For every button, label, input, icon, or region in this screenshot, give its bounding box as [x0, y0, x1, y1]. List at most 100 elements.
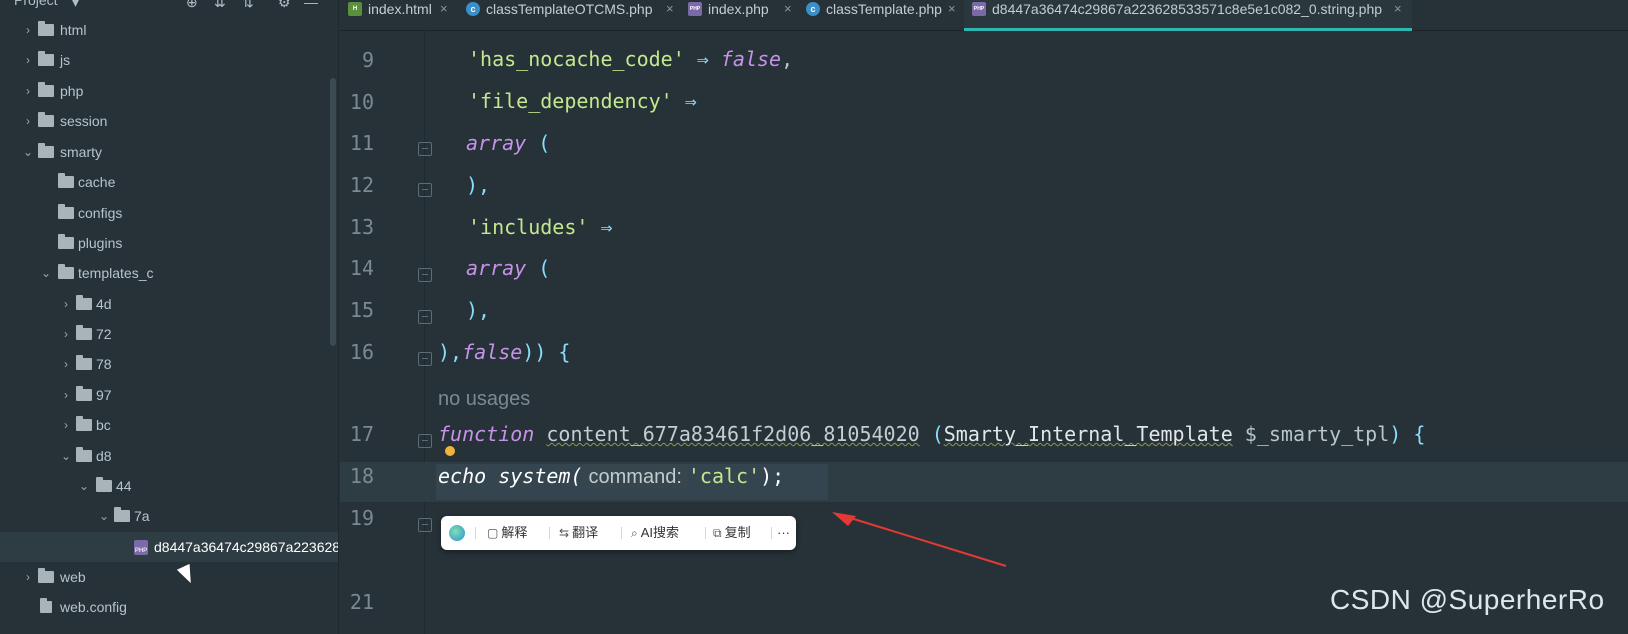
tab-index-html[interactable]: H index.html ×: [340, 0, 456, 30]
tab-index-php[interactable]: PHP index.php ×: [680, 0, 798, 30]
tree-item-configs[interactable]: configs: [0, 198, 338, 228]
ai-logo-icon[interactable]: [449, 525, 465, 541]
tree-item-html[interactable]: › html: [0, 15, 338, 45]
chevron-down-icon[interactable]: ⌄: [22, 137, 34, 167]
fold-marker-icon[interactable]: [418, 183, 432, 197]
chevron-right-icon[interactable]: ›: [22, 76, 34, 106]
code-line-13[interactable]: 'includes' ⇒: [468, 215, 613, 239]
usages-hint[interactable]: no usages: [438, 388, 530, 411]
code-token: function: [438, 422, 535, 446]
button-label: 翻译: [572, 525, 599, 540]
fold-marker-icon[interactable]: [418, 310, 432, 324]
chevron-down-icon[interactable]: ⌄: [60, 441, 72, 471]
minimize-icon[interactable]: —: [304, 0, 318, 10]
chevron-right-icon[interactable]: ›: [60, 289, 72, 319]
code-line-16[interactable]: ),false)) {: [438, 340, 570, 364]
chevron-right-icon[interactable]: ›: [60, 410, 72, 440]
chevron-down-icon[interactable]: ▾: [72, 0, 79, 11]
chevron-right-icon[interactable]: ›: [60, 319, 72, 349]
folder-icon: [76, 355, 92, 370]
tree-item-string-php[interactable]: PHP d8447a36474c29867a223628533571c8e5e1…: [0, 532, 338, 562]
folder-icon: [58, 234, 74, 249]
tree-item-7a[interactable]: ⌄ 7a: [0, 501, 338, 531]
tree-item-cache[interactable]: cache: [0, 167, 338, 197]
line-number: 21: [349, 590, 374, 614]
tab-label: d8447a36474c29867a223628533571c8e5e1c082…: [992, 1, 1383, 17]
fold-marker-icon[interactable]: [418, 268, 432, 282]
code-line-15[interactable]: ),: [466, 298, 490, 322]
copy-button[interactable]: ⧉ 复制: [713, 516, 751, 550]
chevron-right-icon[interactable]: ›: [22, 45, 34, 75]
tree-item-bc[interactable]: › bc: [0, 410, 338, 440]
chevron-right-icon[interactable]: ›: [60, 349, 72, 379]
class-file-icon: c: [806, 2, 820, 16]
code-token: 'calc': [687, 464, 761, 488]
chevron-right-icon[interactable]: ›: [60, 380, 72, 410]
folder-icon: [58, 204, 74, 219]
tab-classtemplateotcms[interactable]: c classTemplateOTCMS.php ×: [458, 0, 680, 30]
code-line-12[interactable]: ),: [466, 173, 490, 197]
tree-item-session[interactable]: › session: [0, 106, 338, 136]
collapse-all-icon[interactable]: ⇊: [214, 0, 226, 11]
code-token: false: [720, 47, 782, 71]
line-number: 11: [349, 131, 374, 155]
code-token: array: [466, 256, 527, 280]
tree-item-d8[interactable]: ⌄ d8: [0, 441, 338, 471]
close-icon[interactable]: ×: [666, 0, 674, 18]
folder-icon: [76, 325, 92, 340]
button-label: AI搜索: [640, 525, 680, 540]
translate-button[interactable]: ⇆ 翻译: [559, 516, 598, 550]
code-token: ⇒: [684, 47, 721, 71]
close-icon[interactable]: ×: [440, 0, 448, 18]
lightbulb-icon[interactable]: [445, 446, 455, 456]
search-icon: ⌕: [631, 526, 638, 540]
code-line-14[interactable]: array (: [466, 256, 550, 280]
tree-item-label: 4d: [96, 296, 112, 312]
tree-item-plugins[interactable]: plugins: [0, 228, 338, 258]
ai-search-button[interactable]: ⌕ AI搜索: [631, 516, 679, 550]
locate-icon[interactable]: ⊕: [186, 0, 198, 11]
chevron-right-icon[interactable]: ›: [22, 15, 34, 45]
chevron-right-icon[interactable]: ›: [22, 106, 34, 136]
chevron-down-icon[interactable]: ⌄: [78, 471, 90, 501]
tree-item-web[interactable]: › web: [0, 562, 338, 592]
sidebar-scrollbar[interactable]: [330, 78, 336, 346]
tree-item-44[interactable]: ⌄ 44: [0, 471, 338, 501]
close-icon[interactable]: ×: [784, 0, 792, 18]
code-line-18[interactable]: echo system(command:'calc');: [438, 464, 784, 489]
project-header: Project ▾ ⊕ ⇊ ⇅ ⚙ —: [0, 0, 338, 14]
tree-item-label: 44: [116, 478, 132, 494]
fold-marker-icon[interactable]: [418, 142, 432, 156]
fold-marker-icon[interactable]: [418, 518, 432, 532]
project-title[interactable]: Project: [14, 0, 58, 8]
fold-marker-icon[interactable]: [418, 434, 432, 448]
explain-button[interactable]: ▢ 解释: [487, 516, 527, 550]
tree-item-smarty[interactable]: ⌄ smarty: [0, 137, 338, 167]
more-button[interactable]: ···: [777, 516, 790, 550]
code-line-17[interactable]: function content_677a83461f2d06_81054020…: [438, 422, 1425, 446]
tree-item-web-config[interactable]: web.config: [0, 592, 338, 622]
code-token: (: [919, 422, 944, 446]
code-line-10[interactable]: 'file_dependency' ⇒: [468, 89, 697, 113]
tree-item-72[interactable]: › 72: [0, 319, 338, 349]
tree-item-php[interactable]: › php: [0, 76, 338, 106]
tree-item-js[interactable]: › js: [0, 45, 338, 75]
code-line-9[interactable]: 'has_nocache_code' ⇒ false,: [468, 47, 793, 71]
expand-icon[interactable]: ⇅: [242, 0, 254, 11]
fold-marker-icon[interactable]: [418, 352, 432, 366]
tree-item-templates-c[interactable]: ⌄ templates_c: [0, 258, 338, 288]
tree-item-78[interactable]: › 78: [0, 349, 338, 379]
chevron-right-icon[interactable]: ›: [22, 562, 34, 592]
chevron-down-icon[interactable]: ⌄: [40, 258, 52, 288]
tab-classtemplate[interactable]: c classTemplate.php ×: [798, 0, 962, 30]
close-icon[interactable]: ×: [948, 0, 956, 18]
chevron-down-icon[interactable]: ⌄: [98, 501, 110, 531]
tree-item-4d[interactable]: › 4d: [0, 289, 338, 319]
gear-icon[interactable]: ⚙: [278, 0, 291, 11]
close-icon[interactable]: ×: [1394, 0, 1402, 18]
tab-string-php[interactable]: PHP d8447a36474c29867a223628533571c8e5e1…: [964, 0, 1412, 31]
tree-item-97[interactable]: › 97: [0, 380, 338, 410]
tree-item-label: session: [60, 113, 108, 129]
code-line-11[interactable]: array (: [466, 131, 550, 155]
divider: [705, 527, 706, 539]
